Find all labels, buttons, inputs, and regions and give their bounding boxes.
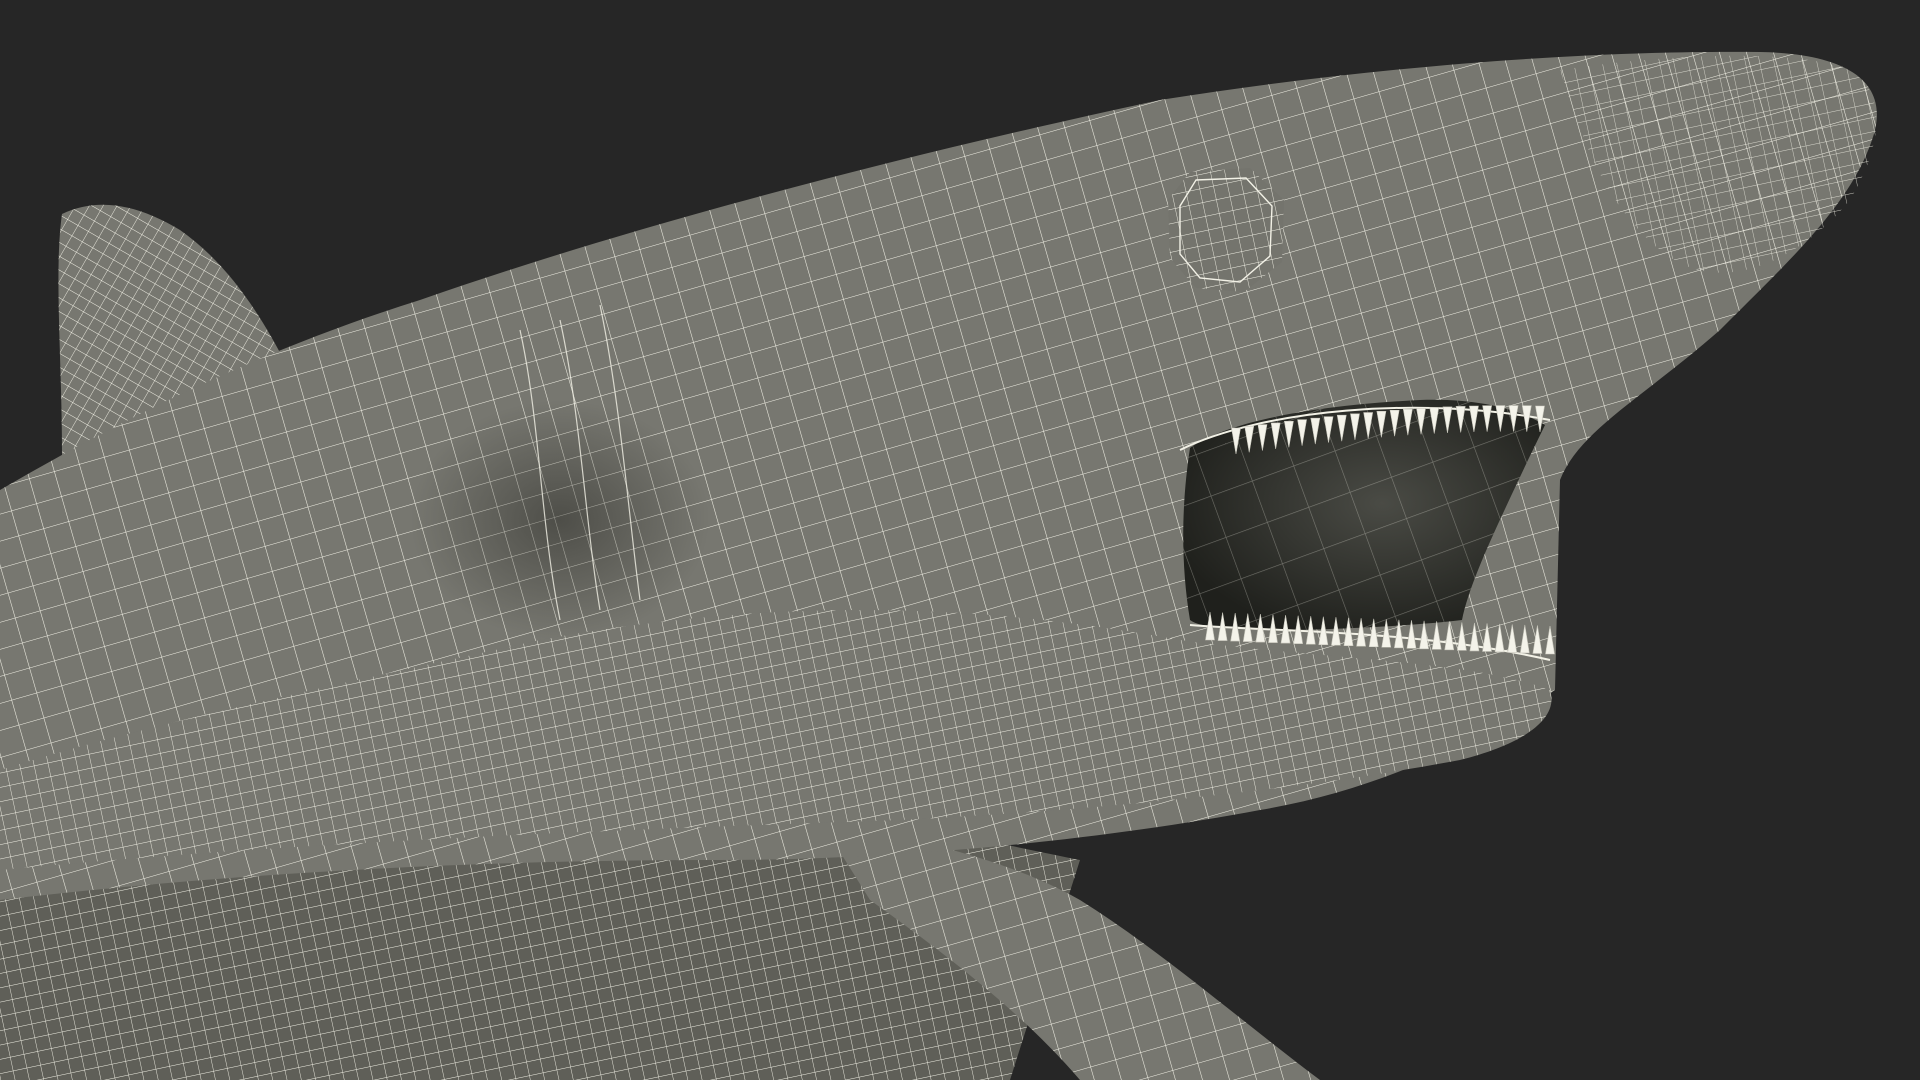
render-viewport bbox=[0, 0, 1920, 1080]
shark-wireframe-render bbox=[0, 51, 1877, 1080]
shark-eye bbox=[1168, 168, 1284, 292]
